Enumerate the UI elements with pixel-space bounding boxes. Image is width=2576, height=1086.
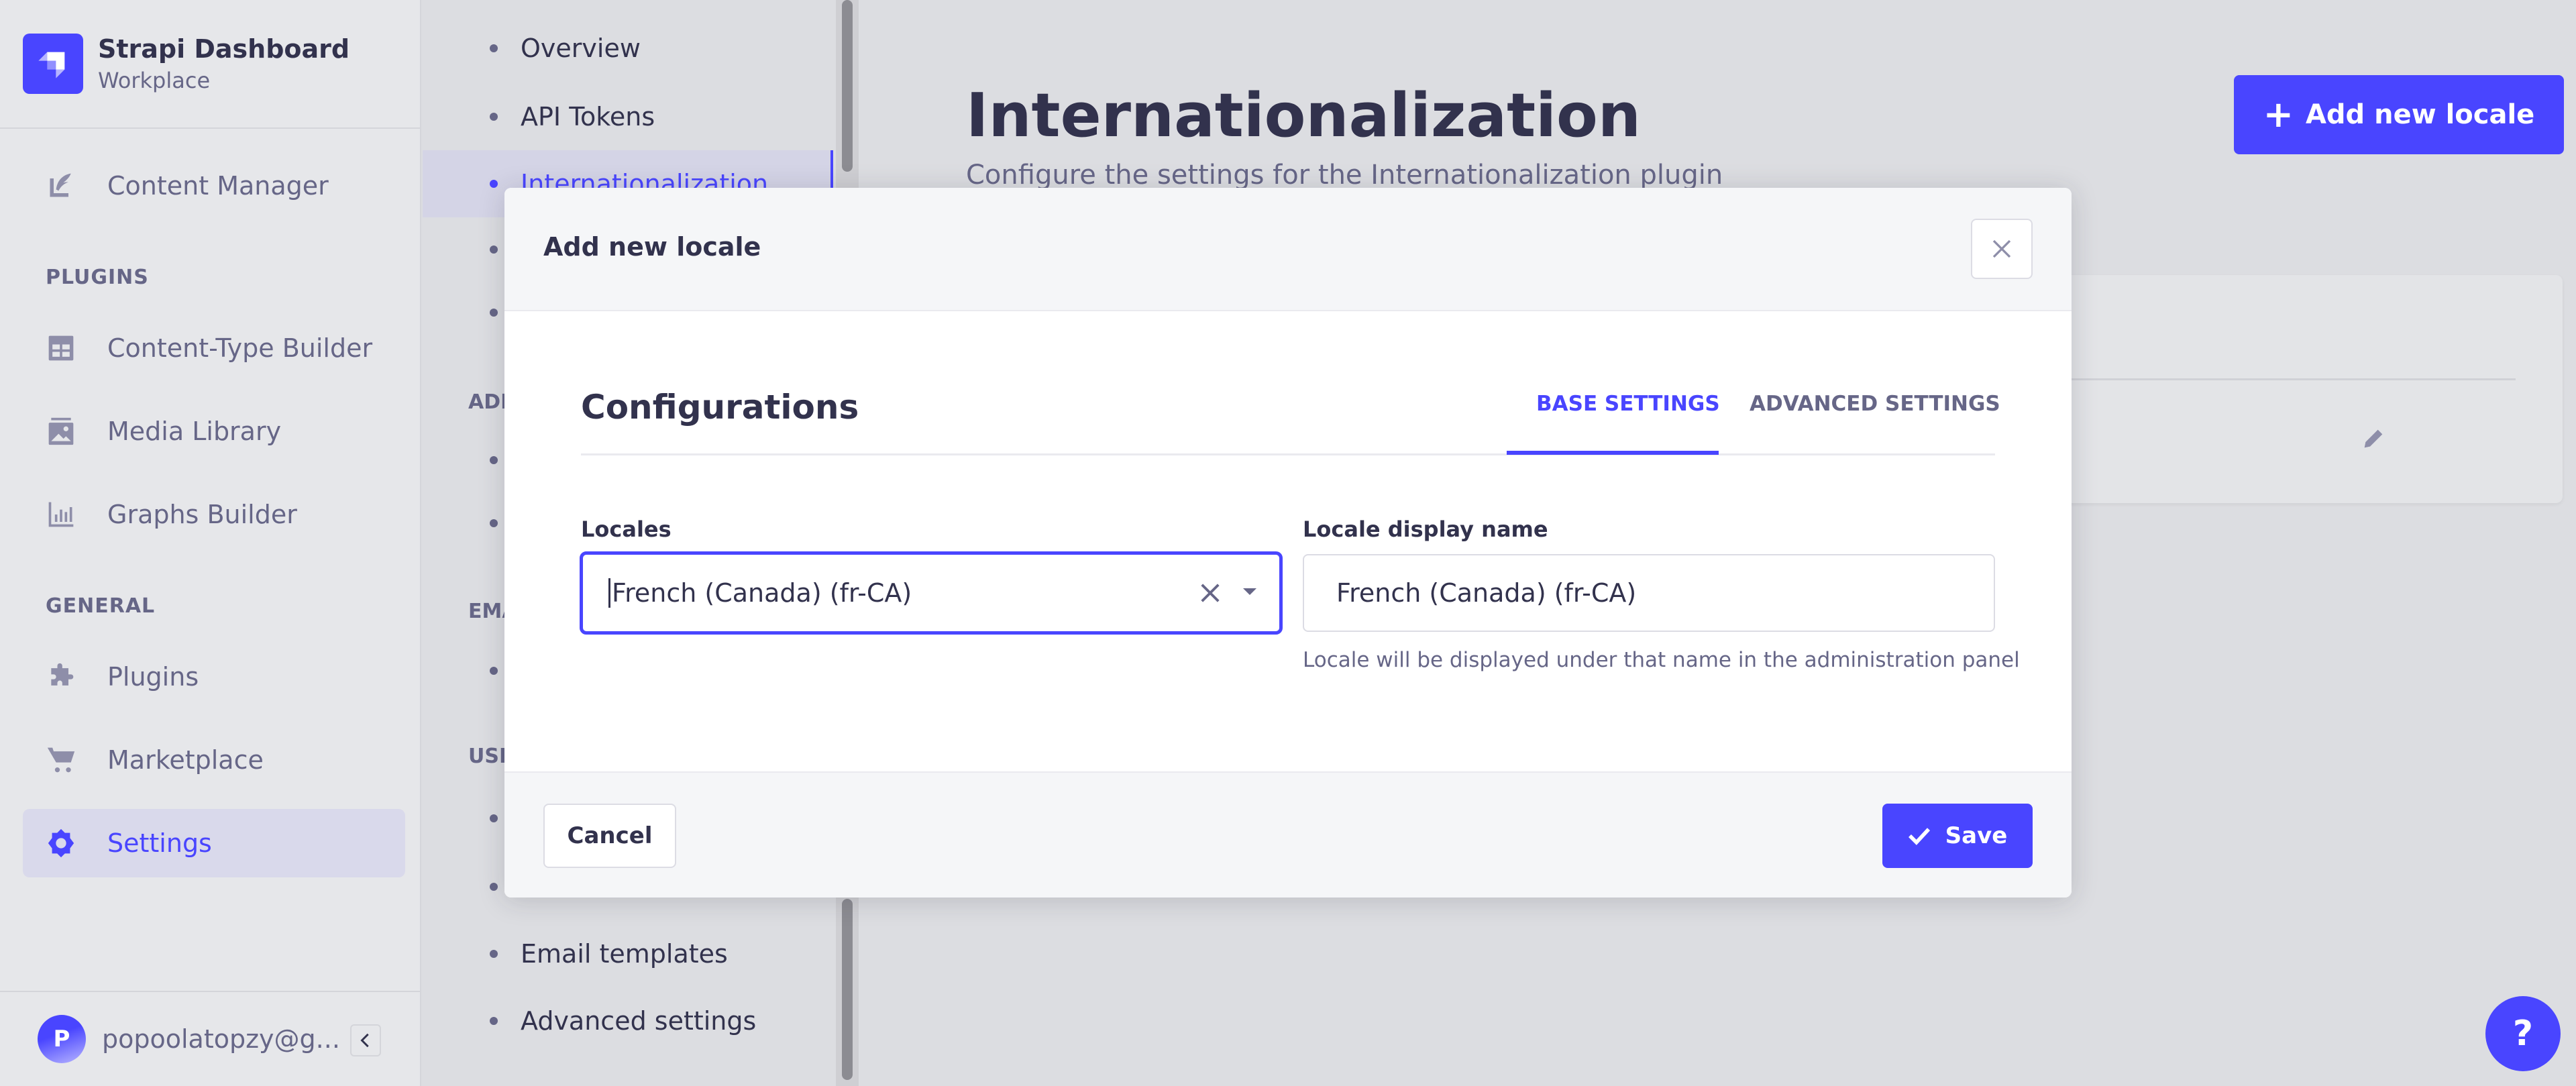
plus-icon: + <box>2263 93 2294 135</box>
cancel-button[interactable]: Cancel <box>543 804 676 868</box>
close-icon <box>1992 239 2011 258</box>
nav-label: Settings <box>107 828 212 858</box>
subnav-item-api-tokens[interactable]: API Tokens <box>423 83 833 150</box>
collapse-nav-button[interactable] <box>350 1024 381 1056</box>
nav-label: Media Library <box>107 417 282 446</box>
page-subtitle: Configure the settings for the Internati… <box>966 160 1723 191</box>
nav-label: Marketplace <box>107 745 264 775</box>
close-button[interactable] <box>1971 219 2033 279</box>
save-label: Save <box>1945 822 2008 849</box>
section-general: GENERAL <box>46 594 156 618</box>
subnav-item-advanced-settings[interactable]: Advanced settings <box>423 987 833 1054</box>
page-title: Internationalization <box>966 80 1641 151</box>
nav-settings[interactable]: Settings <box>23 809 405 877</box>
bullet-icon <box>490 667 498 675</box>
subnav-item-overview[interactable]: Overview <box>423 15 833 82</box>
locales-table <box>2026 275 2563 503</box>
tab-advanced-settings[interactable]: ADVANCED SETTINGS <box>1750 392 2000 416</box>
bullet-icon <box>490 44 498 52</box>
nav-label: Graphs Builder <box>107 500 297 529</box>
bar-chart-icon <box>44 498 78 531</box>
check-icon <box>1908 828 1930 845</box>
subnav-label: API Tokens <box>521 102 655 131</box>
image-icon <box>44 415 78 448</box>
locales-select[interactable]: French (Canada) (fr-CA) <box>580 551 1283 635</box>
cart-icon <box>44 743 78 777</box>
bullet-icon <box>490 309 498 317</box>
nav-label: Plugins <box>107 662 199 692</box>
add-locale-modal: Add new locale Configurations BASE SETTI… <box>504 188 2072 898</box>
gear-icon <box>44 826 78 860</box>
active-tab-indicator <box>1507 451 1719 455</box>
tab-base-settings[interactable]: BASE SETTINGS <box>1536 392 1720 416</box>
add-new-locale-button[interactable]: + Add new locale <box>2234 75 2564 154</box>
feather-icon <box>44 169 78 203</box>
bullet-icon <box>490 180 498 188</box>
chevron-down-icon[interactable] <box>1243 588 1256 595</box>
nav-graphs-builder[interactable]: Graphs Builder <box>23 480 405 549</box>
bullet-icon <box>490 519 498 527</box>
main-navigation: Strapi Dashboard Workplace Content Manag… <box>0 0 421 1086</box>
subnav-label: Email templates <box>521 939 728 969</box>
nav-media-library[interactable]: Media Library <box>23 397 405 466</box>
edit-pencil-icon[interactable] <box>2360 425 2387 452</box>
add-new-locale-label: Add new locale <box>2305 99 2535 130</box>
user-footer: P popoolatopzy@g... <box>0 991 420 1086</box>
subnav-label: Overview <box>521 34 641 63</box>
configurations-heading: Configurations <box>581 388 859 427</box>
locale-display-name-input[interactable]: French (Canada) (fr-CA) <box>1303 554 1995 632</box>
brand-subtitle: Workplace <box>98 68 211 93</box>
locales-select-value: French (Canada) (fr-CA) <box>608 578 912 608</box>
scrollbar-thumb[interactable] <box>842 899 853 1080</box>
bullet-icon <box>490 883 498 891</box>
bullet-icon <box>490 113 498 121</box>
section-plugins: PLUGINS <box>46 266 149 289</box>
bullet-icon <box>490 814 498 822</box>
modal-header: Add new locale <box>504 188 2072 311</box>
user-email[interactable]: popoolatopzy@g... <box>102 1024 340 1054</box>
clear-selection-icon[interactable] <box>1196 579 1224 607</box>
nav-label: Content Manager <box>107 171 329 201</box>
chevron-left-icon <box>360 1033 369 1048</box>
display-name-hint: Locale will be displayed under that name… <box>1303 648 2020 672</box>
nav-label: Content-Type Builder <box>107 333 373 363</box>
puzzle-icon <box>44 660 78 694</box>
modal-footer: Cancel Save <box>504 771 2072 898</box>
locales-label: Locales <box>581 517 672 542</box>
bullet-icon <box>490 1017 498 1025</box>
scrollbar-thumb-top[interactable] <box>842 0 853 172</box>
subnav-item-email-templates[interactable]: Email templates <box>423 920 833 987</box>
nav-marketplace[interactable]: Marketplace <box>23 726 405 794</box>
display-name-label: Locale display name <box>1303 517 1548 542</box>
help-button[interactable]: ? <box>2485 996 2561 1071</box>
nav-content-manager[interactable]: Content Manager <box>23 152 405 220</box>
modal-title: Add new locale <box>543 232 761 262</box>
tabs-divider <box>581 453 1995 455</box>
bullet-icon <box>490 456 498 464</box>
brand-header: Strapi Dashboard Workplace <box>0 0 420 129</box>
bullet-icon <box>490 246 498 254</box>
save-button[interactable]: Save <box>1882 804 2033 868</box>
layout-icon <box>44 331 78 365</box>
table-divider <box>2026 378 2516 380</box>
brand-title: Strapi Dashboard <box>98 34 350 64</box>
strapi-logo-icon <box>23 34 83 94</box>
avatar[interactable]: P <box>38 1015 86 1063</box>
nav-plugins[interactable]: Plugins <box>23 643 405 711</box>
nav-content-type-builder[interactable]: Content-Type Builder <box>23 314 405 382</box>
subnav-label: Advanced settings <box>521 1006 757 1036</box>
bullet-icon <box>490 950 498 958</box>
